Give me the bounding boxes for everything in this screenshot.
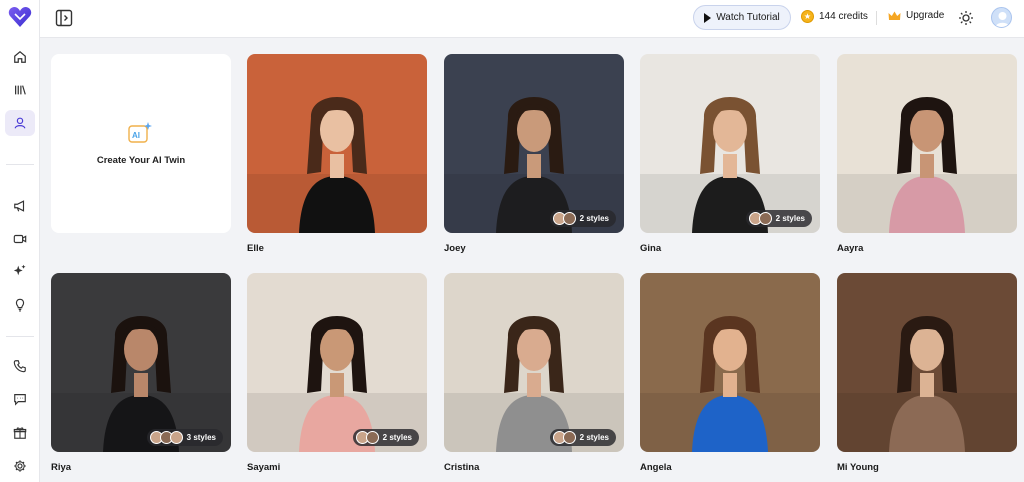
- gear-icon: [14, 460, 26, 472]
- styles-count: 2 styles: [579, 433, 609, 442]
- create-ai-twin-card[interactable]: AI Create Your AI Twin: [51, 54, 231, 233]
- avatar-name[interactable]: Sayami: [247, 462, 280, 473]
- avatar-thumbnail: [837, 273, 1017, 452]
- style-thumbnails: [552, 431, 576, 444]
- credits-label: 144 credits: [819, 11, 868, 22]
- play-icon: [704, 12, 712, 23]
- avatar-card[interactable]: 2 styles: [640, 54, 820, 233]
- create-ai-twin-label: Create Your AI Twin: [96, 155, 186, 166]
- sidebar-item-home[interactable]: [5, 44, 35, 70]
- sidebar-divider: [6, 164, 34, 165]
- avatar-thumbnail: [444, 54, 624, 233]
- sidebar-item-ai-tools[interactable]: [5, 257, 35, 283]
- avatar-name[interactable]: Riya: [51, 462, 71, 473]
- style-thumbnails: [748, 212, 772, 225]
- sidebar-item-library[interactable]: [5, 77, 35, 103]
- ai-create-icon: AI: [128, 121, 154, 145]
- style-thumbnail: [562, 431, 576, 444]
- style-thumbnail: [562, 212, 576, 225]
- avatar-card[interactable]: [640, 273, 820, 452]
- header-divider: [876, 11, 877, 25]
- sidebar-item-ideas[interactable]: [5, 292, 35, 318]
- avatar-thumbnail: [247, 54, 427, 233]
- avatar-name[interactable]: Joey: [444, 243, 466, 254]
- style-thumbnail: [365, 431, 379, 444]
- theme-toggle-icon[interactable]: [958, 10, 974, 26]
- styles-badge: 2 styles: [549, 210, 616, 227]
- svg-text:AI: AI: [132, 131, 140, 140]
- sidebar-item-avatars[interactable]: [5, 110, 35, 136]
- avatar-card[interactable]: [837, 54, 1017, 233]
- avatar-name[interactable]: Angela: [640, 462, 672, 473]
- avatar-thumbnail: [247, 273, 427, 452]
- avatar-thumbnail: [640, 273, 820, 452]
- avatar-thumbnail: [640, 54, 820, 233]
- styles-badge: 3 styles: [146, 429, 223, 446]
- lightbulb-icon: [15, 298, 25, 312]
- style-thumbnail: [758, 212, 772, 225]
- avatar-thumbnail: [444, 273, 624, 452]
- sparkle-icon: [13, 264, 26, 276]
- sidebar-toggle-icon[interactable]: [55, 9, 73, 27]
- library-icon: [15, 85, 26, 95]
- style-thumbnails: [355, 431, 379, 444]
- styles-badge: 2 styles: [352, 429, 419, 446]
- upgrade-label: Upgrade: [906, 10, 945, 21]
- avatar-thumbnail: [51, 273, 231, 452]
- styles-count: 2 styles: [579, 214, 609, 223]
- avatar-name[interactable]: Cristina: [444, 462, 479, 473]
- brand-logo[interactable]: [8, 6, 32, 28]
- gift-icon: [13, 427, 27, 439]
- phone-icon: [13, 360, 26, 373]
- home-icon: [14, 50, 26, 63]
- avatar-name[interactable]: Aayra: [837, 243, 863, 254]
- styles-count: 3 styles: [186, 433, 216, 442]
- top-bar: Watch Tutorial ★ 144 credits Upgrade: [40, 0, 1024, 38]
- avatar-person-icon: [995, 12, 1010, 27]
- styles-count: 2 styles: [382, 433, 412, 442]
- sidebar-item-settings[interactable]: [5, 453, 35, 479]
- watch-tutorial-button[interactable]: Watch Tutorial: [693, 5, 791, 30]
- sidebar-divider: [6, 336, 34, 337]
- megaphone-icon: [14, 200, 25, 212]
- watch-tutorial-label: Watch Tutorial: [716, 12, 780, 23]
- avatar-card[interactable]: [837, 273, 1017, 452]
- avatar-name[interactable]: Mi Young: [837, 462, 879, 473]
- upgrade-button[interactable]: Upgrade: [888, 10, 944, 21]
- chat-icon: [14, 394, 26, 406]
- styles-badge: 2 styles: [549, 429, 616, 446]
- avatar-card[interactable]: 2 styles: [247, 273, 427, 452]
- credits-indicator[interactable]: ★ 144 credits: [801, 10, 868, 23]
- avatar-card[interactable]: 3 styles: [51, 273, 231, 452]
- sidebar: [0, 0, 40, 482]
- avatar-name[interactable]: Elle: [247, 243, 264, 254]
- avatar-card[interactable]: 2 styles: [444, 54, 624, 233]
- sidebar-item-campaigns[interactable]: [5, 193, 35, 219]
- style-thumbnails: [149, 431, 183, 444]
- user-avatar[interactable]: [991, 7, 1012, 28]
- sidebar-item-rewards[interactable]: [5, 420, 35, 446]
- avatar-thumbnail: [837, 54, 1017, 233]
- avatar-name[interactable]: Gina: [640, 243, 661, 254]
- style-thumbnail: [169, 431, 183, 444]
- video-icon: [13, 234, 27, 244]
- avatar-card[interactable]: 2 styles: [444, 273, 624, 452]
- style-thumbnails: [552, 212, 576, 225]
- styles-badge: 2 styles: [745, 210, 812, 227]
- coin-icon: ★: [801, 10, 814, 23]
- avatar-card[interactable]: [247, 54, 427, 233]
- sidebar-item-videos[interactable]: [5, 226, 35, 252]
- sidebar-item-chat[interactable]: [5, 386, 35, 412]
- styles-count: 2 styles: [775, 214, 805, 223]
- user-icon: [14, 117, 26, 129]
- sidebar-item-support-call[interactable]: [5, 353, 35, 379]
- crown-icon: [888, 11, 901, 20]
